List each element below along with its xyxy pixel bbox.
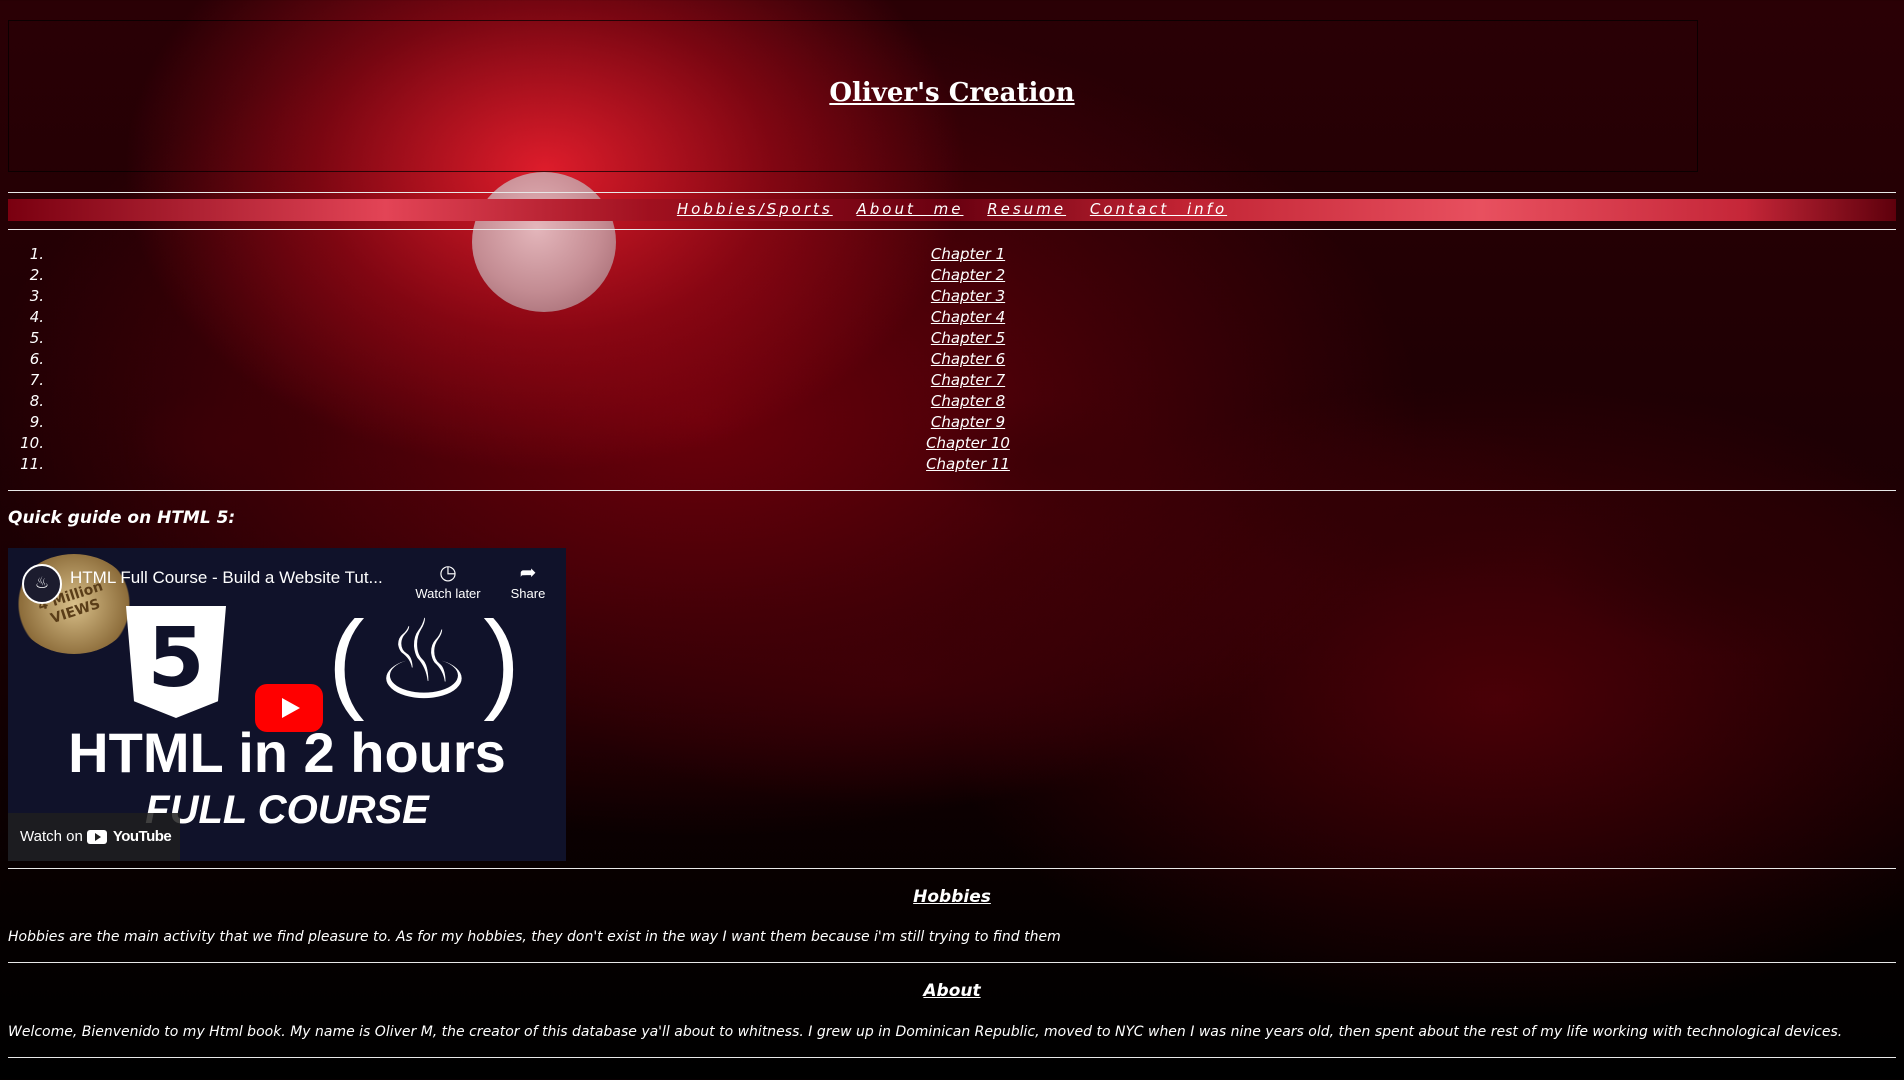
hobbies-heading: Hobbies <box>913 887 991 907</box>
chapter-link[interactable]: Chapter 3 <box>931 287 1005 305</box>
nav-link-contact-info[interactable]: Contact info <box>1090 200 1227 218</box>
site-title: Oliver's Creation <box>829 78 1075 108</box>
share-arrow-icon: ➦ <box>519 562 537 584</box>
list-number: 7. <box>29 371 44 389</box>
guide-label: Quick guide on HTML 5: <box>8 508 236 528</box>
video-headline: HTML in 2 hours <box>68 721 506 784</box>
list-number: 5. <box>29 329 44 347</box>
divider <box>8 868 1896 869</box>
list-item: 7. Chapter 7 <box>8 370 1896 391</box>
youtube-video-embed[interactable]: 4 Million VIEWS ♨ HTML Full Course - Bui… <box>8 548 566 861</box>
freecodecamp-logo-icon: (♨) <box>328 599 530 722</box>
channel-fire-icon[interactable]: ♨ <box>22 564 62 604</box>
list-number: 3. <box>29 287 44 305</box>
watch-on-label: Watch on <box>20 828 83 845</box>
chapter-link[interactable]: Chapter 5 <box>931 329 1005 347</box>
divider <box>8 192 1896 193</box>
watch-on-youtube-link[interactable]: Watch on YouTube <box>8 813 180 861</box>
youtube-label: YouTube <box>112 828 172 845</box>
hobbies-text: Hobbies are the main activity that we fi… <box>8 929 1061 945</box>
nav-link-about-me[interactable]: About me <box>857 200 964 218</box>
list-number: 4. <box>29 308 44 326</box>
list-item: 11. Chapter 11 <box>8 454 1896 475</box>
chapter-link[interactable]: Chapter 4 <box>931 308 1005 326</box>
chapter-link[interactable]: Chapter 8 <box>931 392 1005 410</box>
youtube-logo-icon <box>86 830 107 845</box>
list-number: 6. <box>29 350 44 368</box>
clock-icon: ◷ <box>439 562 457 584</box>
list-item: 2. Chapter 2 <box>8 265 1896 286</box>
about-heading: About <box>923 981 981 1001</box>
chapter-link[interactable]: Chapter 9 <box>931 413 1005 431</box>
divider <box>8 1057 1896 1058</box>
nav-link-hobbies-sports[interactable]: Hobbies/Sports <box>677 200 833 218</box>
chapter-link[interactable]: Chapter 1 <box>931 245 1005 263</box>
video-title[interactable]: HTML Full Course - Build a Website Tut..… <box>70 568 400 588</box>
list-number: 2. <box>29 266 44 284</box>
list-item: 6. Chapter 6 <box>8 349 1896 370</box>
chapter-link[interactable]: Chapter 6 <box>931 350 1005 368</box>
share-button[interactable]: ➦ Share <box>488 560 566 601</box>
html5-shield-icon: 5 <box>126 606 226 718</box>
divider <box>8 229 1896 230</box>
about-text: Welcome, Bienvenido to my Html book. My … <box>8 1024 1843 1040</box>
list-number: 1. <box>29 245 44 263</box>
list-number: 9. <box>29 413 44 431</box>
list-number: 10. <box>20 434 44 452</box>
watch-later-button[interactable]: ◷ Watch later <box>408 560 488 601</box>
list-item: 8. Chapter 8 <box>8 391 1896 412</box>
chapter-link[interactable]: Chapter 10 <box>926 434 1010 452</box>
list-number: 8. <box>29 392 44 410</box>
nav-link-resume[interactable]: Resume <box>987 200 1066 218</box>
divider <box>8 490 1896 491</box>
chapter-link[interactable]: Chapter 7 <box>931 371 1005 389</box>
list-item: 10. Chapter 10 <box>8 433 1896 454</box>
list-item: 5. Chapter 5 <box>8 328 1896 349</box>
list-item: 1. Chapter 1 <box>8 244 1896 265</box>
nav-menu: Hobbies/Sports About me Resume Contact i… <box>8 200 1896 218</box>
chapter-link[interactable]: Chapter 2 <box>931 266 1005 284</box>
divider <box>8 962 1896 963</box>
list-item: 4. Chapter 4 <box>8 307 1896 328</box>
list-number: 11. <box>20 455 44 473</box>
chapter-list: 1. Chapter 1 2. Chapter 2 3. Chapter 3 4. Ch… <box>8 244 1896 475</box>
list-item: 9. Chapter 9 <box>8 412 1896 433</box>
chapter-link[interactable]: Chapter 11 <box>926 455 1010 473</box>
list-item: 3. Chapter 3 <box>8 286 1896 307</box>
